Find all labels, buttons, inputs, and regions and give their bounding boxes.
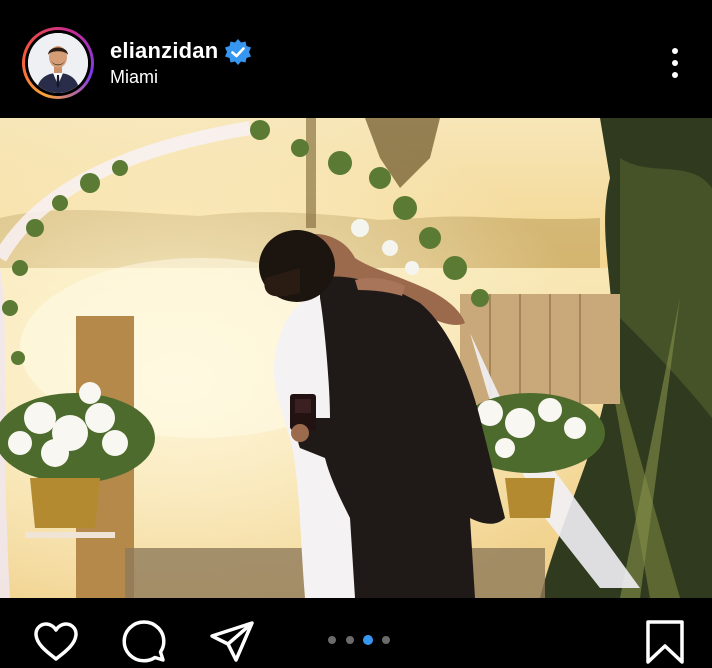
- bookmark-icon[interactable]: [642, 618, 690, 666]
- post-image: [0, 118, 712, 598]
- avatar[interactable]: [28, 33, 88, 93]
- carousel-indicator: [326, 635, 396, 646]
- carousel-dot: [328, 636, 336, 644]
- carousel-dot: [346, 636, 354, 644]
- send-icon[interactable]: [208, 618, 256, 666]
- username[interactable]: elianzidan: [110, 38, 218, 64]
- carousel-dot: [382, 636, 390, 644]
- comment-icon[interactable]: [120, 618, 168, 666]
- post-photo[interactable]: [0, 118, 712, 598]
- post-location[interactable]: Miami: [110, 67, 158, 88]
- post-actions: [0, 598, 712, 668]
- story-ring[interactable]: [22, 27, 94, 99]
- verified-badge-icon: [225, 39, 251, 65]
- post-header: elianzidan Miami: [0, 0, 712, 118]
- more-options-button[interactable]: [660, 44, 692, 82]
- heart-icon[interactable]: [32, 618, 80, 666]
- more-vertical-icon: [672, 48, 678, 54]
- carousel-dot-active: [363, 635, 373, 645]
